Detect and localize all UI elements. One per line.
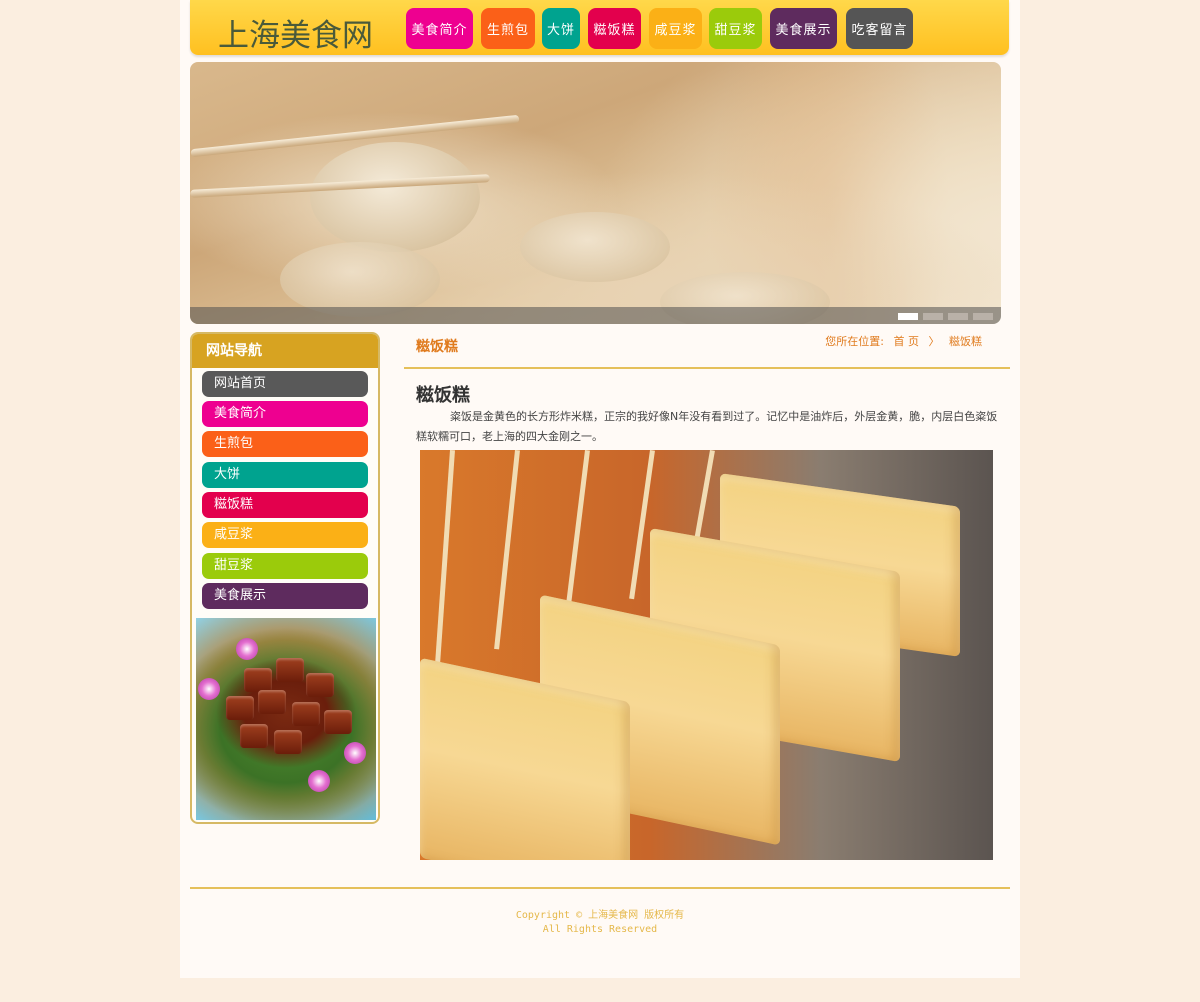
banner-dot[interactable] bbox=[973, 313, 993, 320]
nav-item-showcase[interactable]: 美食展示 bbox=[770, 8, 837, 49]
breadcrumb-separator: 〉 bbox=[928, 335, 940, 348]
banner-pagination bbox=[898, 313, 993, 320]
orchid-flower bbox=[344, 742, 366, 764]
sidebar-item-salty-soymilk[interactable]: 咸豆浆 bbox=[202, 522, 368, 548]
article-text: 粢饭是金黄色的长方形炸米糕，正宗的我好像N年没有看到过了。记忆中是油炸后，外层金… bbox=[416, 410, 998, 443]
orchid-flower bbox=[308, 770, 330, 792]
section-title: 糍饭糕 bbox=[416, 339, 458, 355]
pork-cube bbox=[324, 710, 352, 734]
pork-cube bbox=[306, 673, 334, 697]
nav-item-cifangao[interactable]: 糍饭糕 bbox=[588, 8, 641, 49]
nav-item-sweet-soymilk[interactable]: 甜豆浆 bbox=[709, 8, 762, 49]
content-header: 糍饭糕 您所在位置: 首 页 〉 糍饭糕 bbox=[404, 332, 1010, 369]
site-logo[interactable]: 上海美食网 bbox=[218, 10, 373, 55]
nav-item-dabing[interactable]: 大饼 bbox=[542, 8, 580, 49]
nav-item-shengjian[interactable]: 生煎包 bbox=[481, 8, 535, 49]
banner-dumpling bbox=[280, 242, 440, 317]
page: 上海美食网 美食简介 生煎包 大饼 糍饭糕 咸豆浆 甜豆浆 美食展示 吃客留言 … bbox=[180, 0, 1020, 978]
header: 上海美食网 美食简介 生煎包 大饼 糍饭糕 咸豆浆 甜豆浆 美食展示 吃客留言 bbox=[190, 0, 1009, 55]
breadcrumb-current: 糍饭糕 bbox=[949, 335, 982, 348]
sidebar-item-intro[interactable]: 美食简介 bbox=[202, 401, 368, 427]
braised-pork-image bbox=[196, 618, 376, 820]
orchid-flower bbox=[198, 678, 220, 700]
breadcrumb-home-link[interactable]: 首 页 bbox=[894, 335, 920, 348]
banner-dot[interactable] bbox=[898, 313, 918, 320]
banner-caption-strip bbox=[190, 307, 1001, 324]
sidebar-item-showcase[interactable]: 美食展示 bbox=[202, 583, 368, 609]
nav-item-intro[interactable]: 美食简介 bbox=[406, 8, 473, 49]
skewer bbox=[433, 450, 455, 680]
pork-cube bbox=[276, 658, 304, 682]
pork-cube bbox=[226, 696, 254, 720]
skewer bbox=[494, 450, 520, 650]
footer-copyright: Copyright © 上海美食网 版权所有 bbox=[515, 910, 685, 921]
banner-dot[interactable] bbox=[948, 313, 968, 320]
cifangao-photo bbox=[420, 450, 993, 860]
banner-dot[interactable] bbox=[923, 313, 943, 320]
pork-cube bbox=[244, 668, 272, 692]
sidebar-title: 网站导航 bbox=[192, 334, 378, 368]
breadcrumb: 您所在位置: 首 页 〉 糍饭糕 bbox=[825, 333, 988, 349]
pork-cube bbox=[258, 690, 286, 714]
sidebar-item-home[interactable]: 网站首页 bbox=[202, 371, 368, 397]
orchid-flower bbox=[236, 638, 258, 660]
nav-item-salty-soymilk[interactable]: 咸豆浆 bbox=[649, 8, 702, 49]
footer-rights: All Rights Reserved bbox=[542, 924, 658, 935]
footer-divider bbox=[190, 887, 1010, 889]
sidebar-item-shengjian[interactable]: 生煎包 bbox=[202, 431, 368, 457]
nav-item-guestbook[interactable]: 吃客留言 bbox=[846, 8, 913, 49]
sidebar-item-sweet-soymilk[interactable]: 甜豆浆 bbox=[202, 553, 368, 579]
sidebar-item-dabing[interactable]: 大饼 bbox=[202, 462, 368, 488]
sidebar: 网站导航 网站首页 美食简介 生煎包 大饼 糍饭糕 咸豆浆 甜豆浆 美食展示 bbox=[190, 332, 380, 824]
banner-dumpling bbox=[310, 142, 480, 252]
sidebar-item-cifangao[interactable]: 糍饭糕 bbox=[202, 492, 368, 518]
banner-dumpling bbox=[520, 212, 670, 282]
breadcrumb-prefix: 您所在位置: bbox=[825, 335, 884, 348]
banner-slideshow[interactable] bbox=[190, 62, 1001, 324]
pork-cube bbox=[274, 730, 302, 754]
pork-cube bbox=[240, 724, 268, 748]
pork-cube bbox=[292, 702, 320, 726]
article-title: 糍饭糕 bbox=[416, 385, 470, 406]
